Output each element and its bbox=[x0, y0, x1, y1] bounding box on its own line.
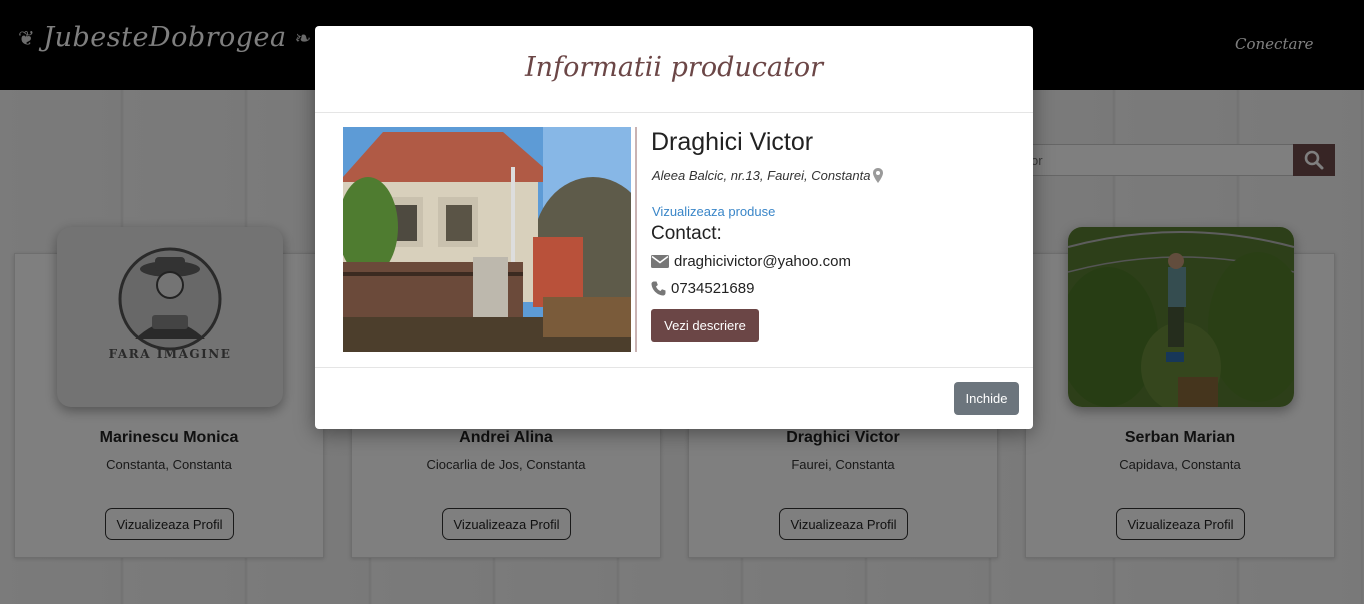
producer-phone: 0734521689 bbox=[651, 280, 754, 297]
phone-text[interactable]: 0734521689 bbox=[671, 280, 754, 297]
divider bbox=[315, 367, 1033, 368]
map-marker-icon[interactable] bbox=[873, 168, 884, 183]
producer-name: Draghici Victor bbox=[651, 128, 814, 156]
email-text[interactable]: draghicivictor@yahoo.com bbox=[674, 253, 851, 270]
modal-title: Informatii producator bbox=[525, 52, 823, 83]
divider bbox=[315, 112, 1033, 113]
phone-icon bbox=[651, 281, 666, 296]
close-button[interactable]: Inchide bbox=[954, 382, 1019, 415]
producer-house-photo bbox=[343, 127, 631, 352]
view-description-button[interactable]: Vezi descriere bbox=[651, 309, 759, 342]
producer-info-modal: Informatii producator Draghici Victor Al… bbox=[315, 26, 1033, 429]
address-text: Aleea Balcic, nr.13, Faurei, Constanta bbox=[652, 168, 871, 183]
producer-address: Aleea Balcic, nr.13, Faurei, Constanta bbox=[652, 168, 884, 183]
view-products-link[interactable]: Vizualizeaza produse bbox=[652, 204, 775, 219]
contact-heading: Contact: bbox=[651, 223, 722, 244]
envelope-icon bbox=[651, 255, 669, 268]
producer-email: draghicivictor@yahoo.com bbox=[651, 253, 851, 270]
divider bbox=[635, 127, 637, 352]
